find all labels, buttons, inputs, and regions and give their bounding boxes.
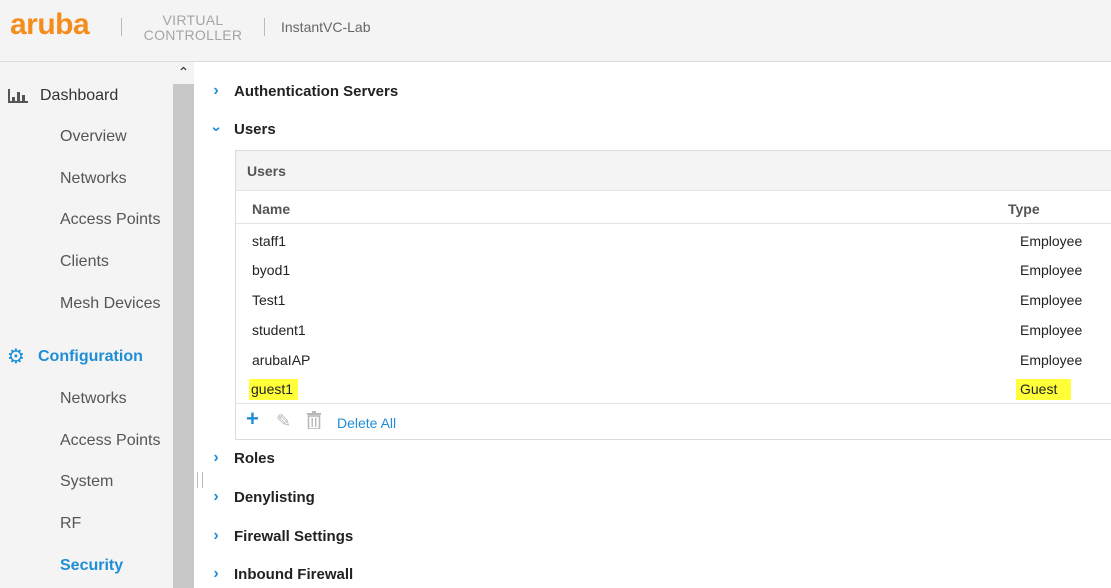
user-name-cell: student1	[252, 322, 306, 338]
section-label: Users	[234, 120, 276, 138]
users-panel: Users Name Type staff1 Employee byod1 Em…	[235, 150, 1111, 440]
sidebar-scrollbar[interactable]	[173, 62, 194, 588]
sidebar-item-security[interactable]: Security	[60, 557, 123, 575]
sidebar-item-config-access-points[interactable]: Access Points	[60, 432, 160, 450]
header-divider	[121, 18, 122, 36]
trash-icon[interactable]	[306, 411, 322, 433]
top-header: aruba VIRTUAL CONTROLLER InstantVC-Lab	[0, 0, 1111, 62]
sidebar-item-overview[interactable]: Overview	[60, 128, 127, 146]
sidebar-section-dashboard[interactable]: Dashboard	[8, 87, 118, 105]
aruba-logo[interactable]: aruba	[10, 8, 90, 42]
sidebar-item-access-points[interactable]: Access Points	[60, 211, 160, 229]
table-row[interactable]: Test1 Employee	[236, 284, 1111, 314]
sidebar-item-system[interactable]: System	[60, 473, 113, 491]
highlight-mark: Guest	[1016, 379, 1072, 400]
divider	[236, 403, 1111, 404]
sidebar-item-config-networks[interactable]: Networks	[60, 390, 127, 408]
user-name-cell: Test1	[252, 292, 286, 308]
users-panel-title: Users	[247, 163, 286, 179]
section-label: Firewall Settings	[234, 527, 354, 545]
sidebar-item-networks[interactable]: Networks	[60, 170, 127, 188]
user-name-cell: arubaIAP	[252, 352, 311, 368]
controller-name: InstantVC-Lab	[281, 19, 371, 35]
sidebar-item-mesh-devices[interactable]: Mesh Devices	[60, 295, 160, 313]
delete-all-link[interactable]: Delete All	[337, 415, 396, 431]
user-name-cell: byod1	[252, 262, 291, 278]
add-icon[interactable]: +	[246, 408, 259, 430]
column-header-name[interactable]: Name	[252, 201, 290, 217]
highlight-mark: guest1	[249, 379, 299, 400]
chevron-right-icon: ›	[213, 82, 219, 99]
sidebar-item-clients[interactable]: Clients	[60, 253, 109, 271]
table-row[interactable]: student1 Employee	[236, 314, 1111, 344]
section-roles[interactable]: › Roles	[208, 449, 275, 467]
sidebar-section-configuration[interactable]: ⚙ Configuration	[7, 347, 143, 367]
scroll-up-icon[interactable]: ⌃	[173, 62, 194, 84]
sidebar-section-label: Dashboard	[40, 87, 119, 104]
product-name-line2: CONTROLLER	[143, 27, 243, 43]
sidebar-item-rf[interactable]: RF	[60, 515, 81, 533]
user-type-cell: Employee	[1020, 262, 1083, 278]
section-firewall-settings[interactable]: › Firewall Settings	[208, 527, 353, 545]
edit-pencil-icon[interactable]: ✎	[276, 411, 291, 431]
chevron-right-icon: ›	[213, 449, 219, 466]
user-name-cell: staff1	[252, 233, 286, 249]
section-authentication-servers[interactable]: › Authentication Servers	[208, 82, 398, 100]
chevron-right-icon: ›	[213, 565, 219, 582]
section-users[interactable]: › Users	[208, 120, 276, 138]
section-label: Authentication Servers	[234, 82, 399, 100]
user-type-cell: Employee	[1020, 322, 1083, 338]
product-name-line1: VIRTUAL	[162, 12, 224, 28]
chevron-right-icon: ›	[213, 527, 219, 544]
user-type-cell: Employee	[1020, 233, 1083, 249]
table-row-highlighted[interactable]: guest1 Guest	[236, 373, 1111, 403]
table-row[interactable]: staff1 Employee	[236, 225, 1111, 255]
user-type-cell: Employee	[1020, 292, 1083, 308]
section-denylisting[interactable]: › Denylisting	[208, 488, 315, 506]
gear-icon: ⚙	[7, 346, 25, 368]
section-inbound-firewall[interactable]: › Inbound Firewall	[208, 565, 353, 583]
bar-chart-icon	[8, 89, 30, 103]
header-divider	[264, 18, 265, 36]
section-label: Inbound Firewall	[234, 565, 354, 583]
user-type-cell: Employee	[1020, 352, 1083, 368]
divider	[236, 223, 1111, 224]
table-row[interactable]: arubaIAP Employee	[236, 344, 1111, 374]
product-name: VIRTUAL CONTROLLER	[140, 13, 246, 43]
users-panel-header: Users	[236, 151, 1111, 191]
user-type-cell: Guest	[1016, 379, 1072, 400]
section-label: Roles	[234, 449, 275, 467]
chevron-down-icon: ›	[208, 126, 225, 132]
sidebar-section-label: Configuration	[38, 348, 143, 365]
chevron-right-icon: ›	[213, 488, 219, 505]
user-name-cell: guest1	[249, 379, 299, 400]
table-row[interactable]: byod1 Employee	[236, 254, 1111, 284]
column-header-type[interactable]: Type	[1008, 201, 1040, 217]
trash-glyph	[307, 411, 321, 430]
pane-splitter-handle[interactable]	[197, 472, 203, 488]
section-label: Denylisting	[234, 488, 315, 506]
